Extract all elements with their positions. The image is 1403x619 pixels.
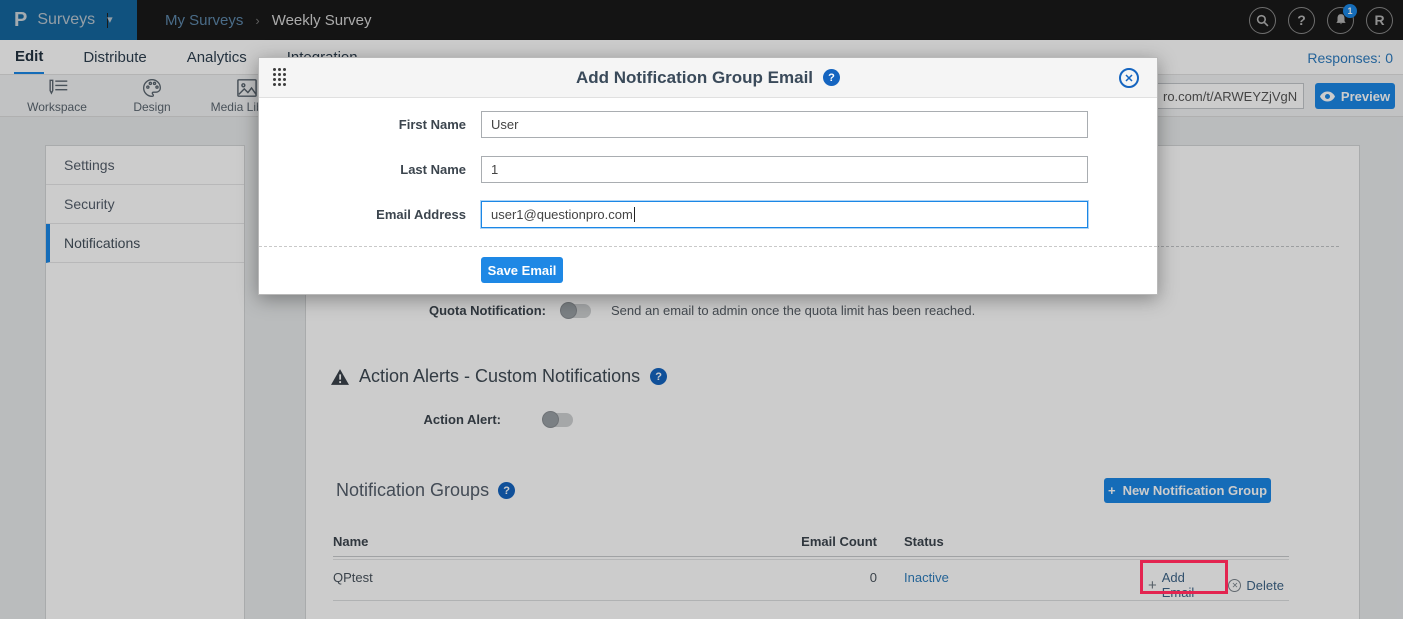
first-name-field[interactable]: User bbox=[481, 111, 1088, 138]
add-notification-group-email-modal: Add Notification Group Email ? ✕ First N… bbox=[258, 57, 1158, 295]
save-email-button[interactable]: Save Email bbox=[481, 257, 563, 283]
first-name-value: User bbox=[491, 117, 518, 132]
last-name-label: Last Name bbox=[259, 162, 466, 177]
last-name-row: Last Name 1 bbox=[259, 156, 1157, 183]
last-name-field[interactable]: 1 bbox=[481, 156, 1088, 183]
email-address-field[interactable]: user1@questionpro.com bbox=[481, 201, 1088, 228]
modal-divider bbox=[259, 246, 1157, 247]
save-email-label: Save Email bbox=[488, 263, 557, 278]
email-address-row: Email Address user1@questionpro.com bbox=[259, 201, 1157, 228]
email-address-value: user1@questionpro.com bbox=[491, 207, 633, 222]
text-cursor bbox=[634, 207, 635, 222]
email-address-label: Email Address bbox=[259, 207, 466, 222]
modal-header: Add Notification Group Email ? ✕ bbox=[259, 58, 1157, 98]
app-window: P Surveys ▾ My Surveys › Weekly Survey ?… bbox=[0, 0, 1403, 619]
highlight-box bbox=[1140, 560, 1228, 594]
modal-help-icon[interactable]: ? bbox=[823, 69, 840, 86]
first-name-row: First Name User bbox=[259, 111, 1157, 138]
drag-handle-icon[interactable] bbox=[273, 68, 286, 86]
close-icon[interactable]: ✕ bbox=[1119, 68, 1139, 88]
last-name-value: 1 bbox=[491, 162, 498, 177]
modal-title: Add Notification Group Email bbox=[576, 68, 813, 88]
first-name-label: First Name bbox=[259, 117, 466, 132]
